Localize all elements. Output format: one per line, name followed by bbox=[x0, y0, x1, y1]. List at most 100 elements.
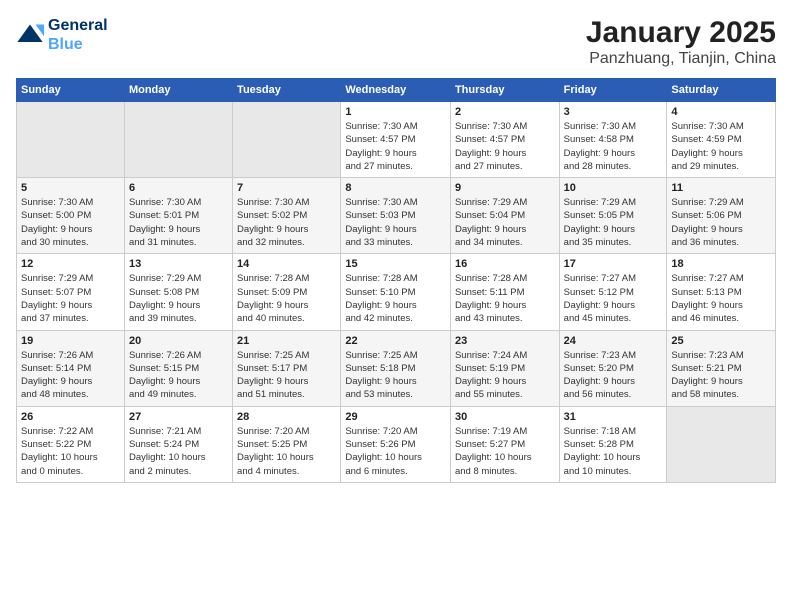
day-number: 3 bbox=[564, 106, 663, 118]
logo: General Blue bbox=[16, 16, 108, 54]
header-friday: Friday bbox=[559, 79, 667, 102]
day-number: 20 bbox=[129, 335, 228, 347]
week-row-5: 26 Sunrise: 7:22 AM Sunset: 5:22 PM Dayli… bbox=[17, 406, 776, 482]
day-number: 8 bbox=[345, 182, 446, 194]
day-cell: 5 Sunrise: 7:30 AM Sunset: 5:00 PM Daylig… bbox=[17, 178, 125, 254]
day-info: Sunrise: 7:23 AM Sunset: 5:21 PM Dayligh… bbox=[671, 349, 771, 402]
day-info: Sunrise: 7:27 AM Sunset: 5:13 PM Dayligh… bbox=[671, 272, 771, 325]
day-info: Sunrise: 7:29 AM Sunset: 5:08 PM Dayligh… bbox=[129, 272, 228, 325]
day-cell: 4 Sunrise: 7:30 AM Sunset: 4:59 PM Daylig… bbox=[667, 102, 776, 178]
calendar-table: Sunday Monday Tuesday Wednesday Thursday… bbox=[16, 78, 776, 483]
day-info: Sunrise: 7:30 AM Sunset: 5:03 PM Dayligh… bbox=[345, 196, 446, 249]
day-cell: 29Sunrise: 7:20 AM Sunset: 5:26 PM Dayli… bbox=[341, 406, 451, 482]
day-info: Sunrise: 7:28 AM Sunset: 5:10 PM Dayligh… bbox=[345, 272, 446, 325]
day-number: 31 bbox=[564, 411, 663, 423]
day-number: 2 bbox=[455, 106, 555, 118]
day-number: 15 bbox=[345, 258, 446, 270]
day-number: 17 bbox=[564, 258, 663, 270]
day-number: 25 bbox=[671, 335, 771, 347]
day-info: Sunrise: 7:27 AM Sunset: 5:12 PM Dayligh… bbox=[564, 272, 663, 325]
calendar-title: January 2025 bbox=[586, 16, 776, 50]
day-info: Sunrise: 7:20 AM Sunset: 5:25 PM Dayligh… bbox=[237, 425, 336, 478]
day-number: 10 bbox=[564, 182, 663, 194]
day-info: Sunrise: 7:29 AM Sunset: 5:04 PM Dayligh… bbox=[455, 196, 555, 249]
day-cell: 15 Sunrise: 7:28 AM Sunset: 5:10 PM Dayli… bbox=[341, 254, 451, 330]
day-number: 28 bbox=[237, 411, 336, 423]
day-info: Sunrise: 7:30 AM Sunset: 5:01 PM Dayligh… bbox=[129, 196, 228, 249]
day-number: 4 bbox=[671, 106, 771, 118]
calendar-subtitle: Panzhuang, Tianjin, China bbox=[586, 50, 776, 68]
day-info: Sunrise: 7:25 AM Sunset: 5:18 PM Dayligh… bbox=[345, 349, 446, 402]
week-row-2: 5 Sunrise: 7:30 AM Sunset: 5:00 PM Daylig… bbox=[17, 178, 776, 254]
day-info: Sunrise: 7:20 AM Sunset: 5:26 PM Dayligh… bbox=[345, 425, 446, 478]
day-info: Sunrise: 7:23 AM Sunset: 5:20 PM Dayligh… bbox=[564, 349, 663, 402]
day-info: Sunrise: 7:28 AM Sunset: 5:09 PM Dayligh… bbox=[237, 272, 336, 325]
day-cell: 30 Sunrise: 7:19 AM Sunset: 5:27 PM Dayli… bbox=[450, 406, 559, 482]
day-info: Sunrise: 7:30 AM Sunset: 4:59 PM Dayligh… bbox=[671, 120, 771, 173]
day-info: Sunrise: 7:19 AM Sunset: 5:27 PM Dayligh… bbox=[455, 425, 555, 478]
day-info: Sunrise: 7:29 AM Sunset: 5:07 PM Dayligh… bbox=[21, 272, 120, 325]
day-number: 19 bbox=[21, 335, 120, 347]
day-cell bbox=[17, 102, 125, 178]
header-sunday: Sunday bbox=[17, 79, 125, 102]
day-cell: 25 Sunrise: 7:23 AM Sunset: 5:21 PM Dayli… bbox=[667, 330, 776, 406]
day-number: 11 bbox=[671, 182, 771, 194]
header-saturday: Saturday bbox=[667, 79, 776, 102]
day-info: Sunrise: 7:29 AM Sunset: 5:05 PM Dayligh… bbox=[564, 196, 663, 249]
day-info: Sunrise: 7:30 AM Sunset: 4:57 PM Dayligh… bbox=[455, 120, 555, 173]
day-cell: 27Sunrise: 7:21 AM Sunset: 5:24 PM Dayli… bbox=[124, 406, 232, 482]
day-cell: 20 Sunrise: 7:26 AM Sunset: 5:15 PM Dayli… bbox=[124, 330, 232, 406]
day-cell: 7 Sunrise: 7:30 AM Sunset: 5:02 PM Daylig… bbox=[233, 178, 341, 254]
day-cell: 1Sunrise: 7:30 AM Sunset: 4:57 PM Daylig… bbox=[341, 102, 451, 178]
day-cell: 21 Sunrise: 7:25 AM Sunset: 5:17 PM Dayli… bbox=[233, 330, 341, 406]
day-cell: 9 Sunrise: 7:29 AM Sunset: 5:04 PM Daylig… bbox=[450, 178, 559, 254]
day-number: 6 bbox=[129, 182, 228, 194]
header: General Blue January 2025 Panzhuang, Tia… bbox=[16, 16, 776, 68]
day-info: Sunrise: 7:25 AM Sunset: 5:17 PM Dayligh… bbox=[237, 349, 336, 402]
day-cell: 17 Sunrise: 7:27 AM Sunset: 5:12 PM Dayli… bbox=[559, 254, 667, 330]
page: General Blue January 2025 Panzhuang, Tia… bbox=[0, 0, 792, 612]
header-row: Sunday Monday Tuesday Wednesday Thursday… bbox=[17, 79, 776, 102]
day-info: Sunrise: 7:26 AM Sunset: 5:15 PM Dayligh… bbox=[129, 349, 228, 402]
day-cell bbox=[124, 102, 232, 178]
day-number: 22 bbox=[345, 335, 446, 347]
header-monday: Monday bbox=[124, 79, 232, 102]
day-info: Sunrise: 7:28 AM Sunset: 5:11 PM Dayligh… bbox=[455, 272, 555, 325]
day-info: Sunrise: 7:30 AM Sunset: 4:58 PM Dayligh… bbox=[564, 120, 663, 173]
day-number: 23 bbox=[455, 335, 555, 347]
day-cell bbox=[667, 406, 776, 482]
day-info: Sunrise: 7:22 AM Sunset: 5:22 PM Dayligh… bbox=[21, 425, 120, 478]
day-cell: 3 Sunrise: 7:30 AM Sunset: 4:58 PM Daylig… bbox=[559, 102, 667, 178]
header-wednesday: Wednesday bbox=[341, 79, 451, 102]
day-cell: 24 Sunrise: 7:23 AM Sunset: 5:20 PM Dayli… bbox=[559, 330, 667, 406]
day-cell: 11Sunrise: 7:29 AM Sunset: 5:06 PM Dayli… bbox=[667, 178, 776, 254]
day-number: 5 bbox=[21, 182, 120, 194]
day-number: 27 bbox=[129, 411, 228, 423]
day-number: 18 bbox=[671, 258, 771, 270]
day-cell: 6 Sunrise: 7:30 AM Sunset: 5:01 PM Daylig… bbox=[124, 178, 232, 254]
week-row-4: 19 Sunrise: 7:26 AM Sunset: 5:14 PM Dayli… bbox=[17, 330, 776, 406]
day-number: 21 bbox=[237, 335, 336, 347]
day-info: Sunrise: 7:26 AM Sunset: 5:14 PM Dayligh… bbox=[21, 349, 120, 402]
day-number: 26 bbox=[21, 411, 120, 423]
day-info: Sunrise: 7:30 AM Sunset: 5:00 PM Dayligh… bbox=[21, 196, 120, 249]
day-cell: 19 Sunrise: 7:26 AM Sunset: 5:14 PM Dayli… bbox=[17, 330, 125, 406]
logo-icon bbox=[16, 21, 44, 49]
day-cell: 13Sunrise: 7:29 AM Sunset: 5:08 PM Dayli… bbox=[124, 254, 232, 330]
day-info: Sunrise: 7:18 AM Sunset: 5:28 PM Dayligh… bbox=[564, 425, 663, 478]
day-number: 24 bbox=[564, 335, 663, 347]
day-number: 30 bbox=[455, 411, 555, 423]
day-info: Sunrise: 7:30 AM Sunset: 5:02 PM Dayligh… bbox=[237, 196, 336, 249]
day-cell bbox=[233, 102, 341, 178]
day-number: 16 bbox=[455, 258, 555, 270]
day-cell: 31 Sunrise: 7:18 AM Sunset: 5:28 PM Dayli… bbox=[559, 406, 667, 482]
day-number: 14 bbox=[237, 258, 336, 270]
day-cell: 22 Sunrise: 7:25 AM Sunset: 5:18 PM Dayli… bbox=[341, 330, 451, 406]
day-number: 1 bbox=[345, 106, 446, 118]
day-number: 7 bbox=[237, 182, 336, 194]
day-cell: 28 Sunrise: 7:20 AM Sunset: 5:25 PM Dayli… bbox=[233, 406, 341, 482]
day-number: 12 bbox=[21, 258, 120, 270]
day-cell: 16 Sunrise: 7:28 AM Sunset: 5:11 PM Dayli… bbox=[450, 254, 559, 330]
day-number: 9 bbox=[455, 182, 555, 194]
day-cell: 18 Sunrise: 7:27 AM Sunset: 5:13 PM Dayli… bbox=[667, 254, 776, 330]
